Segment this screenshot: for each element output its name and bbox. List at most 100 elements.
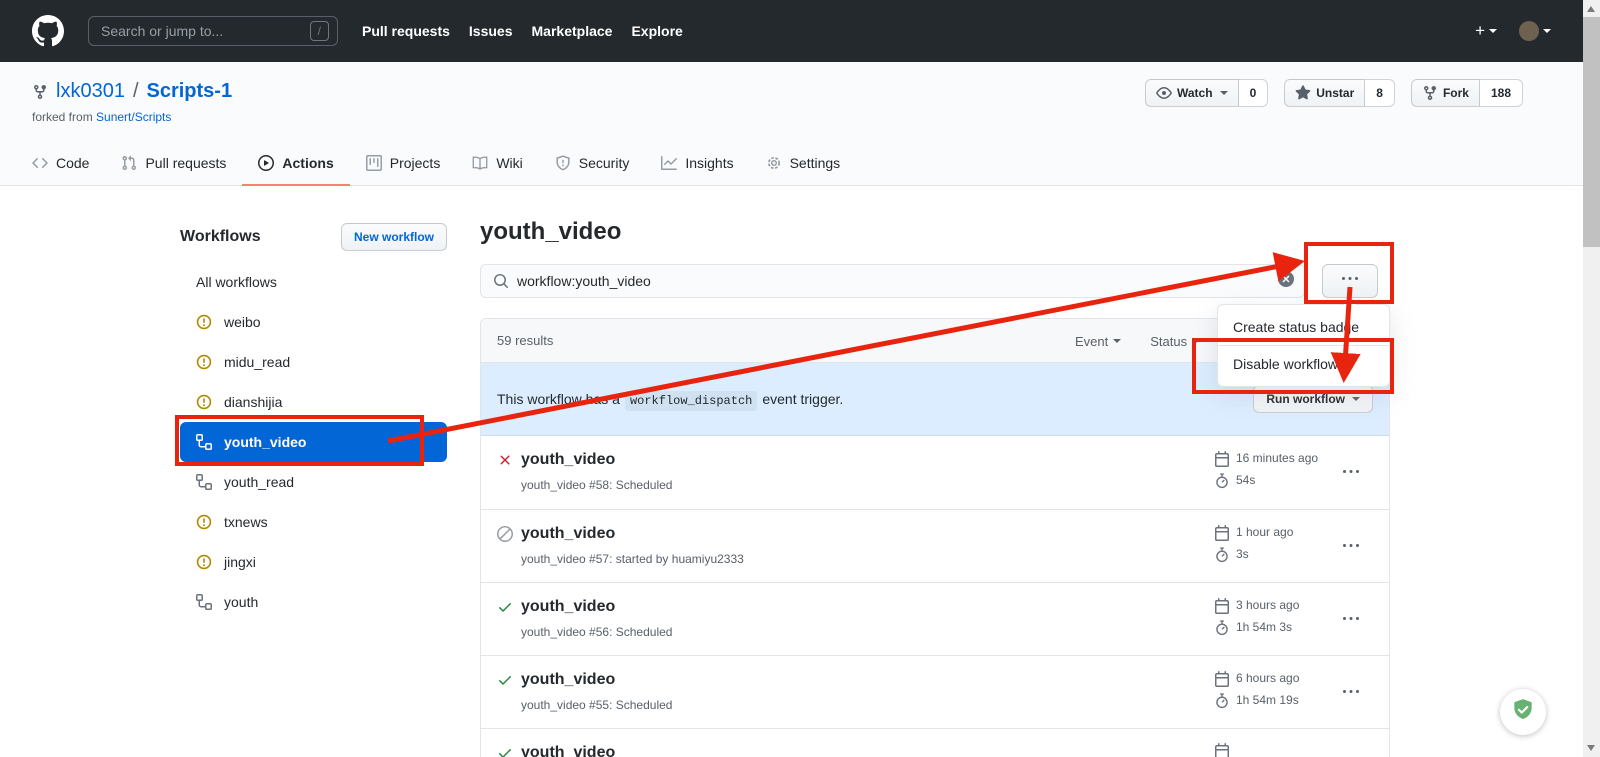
calendar-icon: [1214, 743, 1230, 757]
run-title-link[interactable]: youth_video: [521, 669, 615, 691]
sidebar-item-label: youth: [224, 594, 258, 610]
header-right: +: [1475, 21, 1551, 41]
sidebar-item-youth-video[interactable]: youth_video: [180, 422, 447, 462]
repo-name-link[interactable]: Scripts-1: [147, 80, 233, 103]
tab-code[interactable]: Code: [16, 141, 105, 186]
calendar-icon: [1214, 598, 1230, 614]
new-workflow-button[interactable]: New workflow: [341, 223, 447, 251]
adguard-extension-button[interactable]: [1500, 689, 1546, 735]
sidebar-item-midu-read[interactable]: midu_read: [180, 342, 447, 382]
run-options-button[interactable]: [1343, 611, 1359, 632]
filter-label: Status: [1150, 334, 1187, 349]
tab-pull-requests[interactable]: Pull requests: [105, 141, 242, 186]
shield-icon: [555, 155, 571, 171]
create-new-button[interactable]: +: [1475, 21, 1497, 41]
global-search-input[interactable]: Search or jump to... /: [88, 16, 338, 46]
menu-item-create-status-badge[interactable]: Create status badge: [1218, 309, 1389, 345]
tab-wiki[interactable]: Wiki: [456, 141, 538, 186]
workflow-dispatch-code: workflow_dispatch: [625, 391, 757, 411]
run-meta: [1214, 743, 1236, 757]
header-nav-issues[interactable]: Issues: [469, 23, 513, 39]
workflows-list: All workflows weibo midu_readdianshijia you…: [180, 262, 447, 622]
search-icon: [493, 273, 509, 289]
run-options-button[interactable]: [1343, 538, 1359, 559]
tab-label: Wiki: [496, 155, 522, 171]
fork-button[interactable]: Fork: [1411, 79, 1480, 107]
sidebar-item-youth-read[interactable]: youth_read: [180, 462, 447, 502]
user-menu-button[interactable]: [1519, 21, 1551, 41]
banner-text-after: event trigger.: [762, 391, 843, 407]
plus-icon: +: [1475, 21, 1485, 41]
run-duration: 54s: [1214, 472, 1318, 489]
run-time-text: 6 hours ago: [1236, 670, 1299, 687]
repo-header: lxk0301 / Scripts-1 forked from Sunert/S…: [0, 62, 1583, 186]
tab-label: Projects: [390, 155, 441, 171]
run-duration-text: 1h 54m 3s: [1236, 619, 1292, 636]
alert-icon: [196, 554, 212, 570]
sidebar-item-youth[interactable]: youth: [180, 582, 447, 622]
alert-icon: [196, 354, 212, 370]
tab-label: Settings: [790, 155, 841, 171]
sidebar-item-dianshijia[interactable]: dianshijia: [180, 382, 447, 422]
run-title-link[interactable]: youth_video: [521, 596, 615, 618]
tab-security[interactable]: Security: [539, 141, 646, 186]
fork-source-link[interactable]: Sunert/Scripts: [96, 110, 171, 124]
tab-label: Insights: [685, 155, 733, 171]
repo-breadcrumb: lxk0301 / Scripts-1: [32, 80, 232, 103]
run-title-link[interactable]: youth_video: [521, 742, 615, 757]
workflow-run-row: youth_videoyouth_video #55: Scheduled6 h…: [481, 655, 1389, 728]
sidebar-item-all-workflows[interactable]: All workflows: [180, 262, 447, 302]
workflow-main: youth_video workflow:youth_video 59 resu…: [480, 216, 1390, 757]
header-nav-explore[interactable]: Explore: [631, 23, 682, 39]
run-workflow-button[interactable]: Run workflow: [1253, 385, 1373, 413]
tab-projects[interactable]: Projects: [350, 141, 457, 186]
github-logo-icon[interactable]: [32, 15, 64, 47]
fork-note-prefix: forked from: [32, 110, 93, 124]
tab-insights[interactable]: Insights: [645, 141, 749, 186]
alert-icon: [196, 394, 212, 410]
tab-settings[interactable]: Settings: [750, 141, 857, 186]
watch-button[interactable]: Watch: [1145, 79, 1239, 107]
run-options-button[interactable]: [1343, 684, 1359, 705]
filter-status[interactable]: Status: [1150, 334, 1200, 349]
caret-down-icon: [1192, 339, 1200, 343]
stopwatch-icon: [1214, 473, 1230, 489]
header-nav: Pull requests Issues Marketplace Explore: [362, 23, 683, 39]
watch-count[interactable]: 0: [1239, 79, 1269, 107]
menu-item-disable-workflow[interactable]: Disable workflow: [1218, 345, 1389, 382]
header-nav-marketplace[interactable]: Marketplace: [532, 23, 613, 39]
unstar-count[interactable]: 8: [1365, 79, 1395, 107]
workflow-filter-value: workflow:youth_video: [517, 273, 1270, 289]
browser-scrollbar[interactable]: [1583, 0, 1600, 757]
sidebar-item-weibo[interactable]: weibo: [180, 302, 447, 342]
sidebar-item-jingxi[interactable]: jingxi: [180, 542, 447, 582]
workflow-title: youth_video: [480, 216, 1390, 248]
sidebar-item-label: txnews: [224, 514, 268, 530]
sidebar-item-txnews[interactable]: txnews: [180, 502, 447, 542]
workflow-options-button[interactable]: [1322, 264, 1378, 298]
workflow-run-row: youth_videoyouth_video #57: started by h…: [481, 509, 1389, 582]
scrollbar-up-icon[interactable]: [1587, 6, 1595, 12]
run-title-link[interactable]: youth_video: [521, 523, 615, 545]
workflow-filter-input[interactable]: workflow:youth_video: [480, 264, 1305, 298]
fork-note: forked from Sunert/Scripts: [32, 110, 171, 124]
watch-label: Watch: [1177, 86, 1213, 100]
tab-actions[interactable]: Actions: [242, 141, 349, 186]
repo-social-buttons: Watch 0 Unstar8 Fork188: [1145, 79, 1523, 107]
unstar-button[interactable]: Unstar: [1284, 79, 1365, 107]
scrollbar-thumb[interactable]: [1583, 17, 1600, 247]
sidebar-item-label: youth_video: [224, 434, 306, 450]
run-title-link[interactable]: youth_video: [521, 449, 615, 471]
run-options-button[interactable]: [1343, 464, 1359, 485]
header-nav-pull-requests[interactable]: Pull requests: [362, 23, 450, 39]
clear-filter-button[interactable]: [1278, 271, 1294, 292]
repo-owner-link[interactable]: lxk0301: [56, 80, 125, 103]
stopwatch-icon: [1214, 620, 1230, 636]
fork-count[interactable]: 188: [1480, 79, 1523, 107]
workflow-icon: [196, 474, 212, 490]
sidebar-item-label: weibo: [224, 314, 261, 330]
scrollbar-down-icon[interactable]: [1587, 745, 1595, 751]
run-duration: 1h 54m 19s: [1214, 692, 1299, 709]
filter-event[interactable]: Event: [1075, 334, 1121, 349]
caret-down-icon: [1113, 339, 1121, 343]
